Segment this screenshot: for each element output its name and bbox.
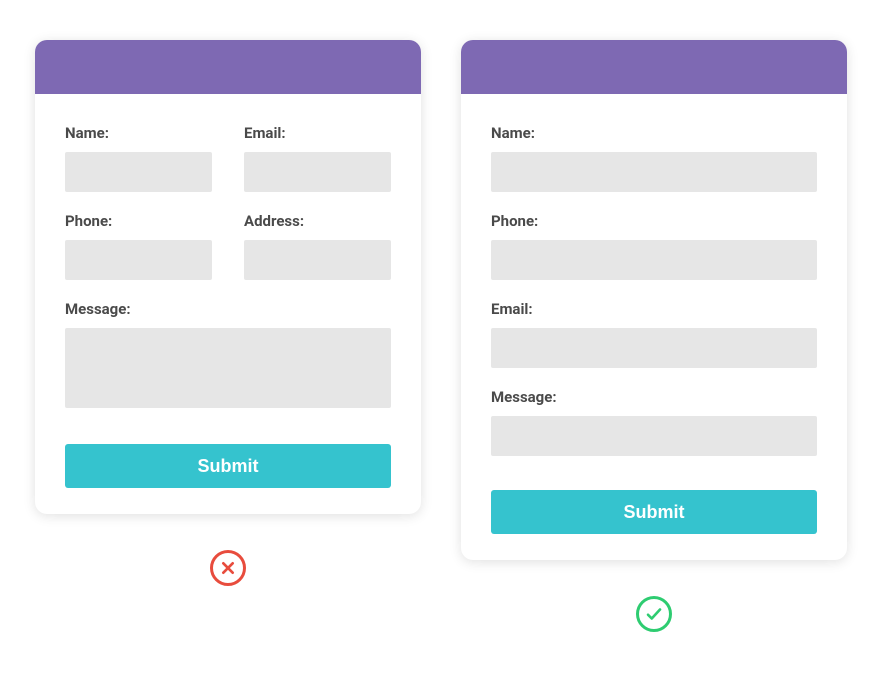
message-label: Message: — [491, 388, 817, 406]
good-card-header — [461, 40, 847, 94]
bad-row-2: Phone: Address: — [65, 212, 391, 280]
name-input[interactable] — [491, 152, 817, 192]
good-example-column: Name: Phone: Email: Message: Submit — [461, 40, 847, 632]
bad-card-header — [35, 40, 421, 94]
name-label: Name: — [65, 124, 212, 142]
good-message-field: Message: — [491, 388, 817, 456]
bad-message-field: Message: — [65, 300, 391, 412]
bad-email-field: Email: — [244, 124, 391, 192]
good-card-body: Name: Phone: Email: Message: Submit — [461, 94, 847, 560]
message-label: Message: — [65, 300, 391, 318]
good-status-icon — [636, 596, 672, 632]
bad-name-field: Name: — [65, 124, 212, 192]
submit-button[interactable]: Submit — [65, 444, 391, 488]
message-input[interactable] — [65, 328, 391, 408]
address-label: Address: — [244, 212, 391, 230]
phone-input[interactable] — [491, 240, 817, 280]
address-input[interactable] — [244, 240, 391, 280]
good-name-field: Name: — [491, 124, 817, 192]
good-form-card: Name: Phone: Email: Message: Submit — [461, 40, 847, 560]
email-label: Email: — [491, 300, 817, 318]
email-input[interactable] — [244, 152, 391, 192]
submit-button[interactable]: Submit — [491, 490, 817, 534]
bad-phone-field: Phone: — [65, 212, 212, 280]
phone-label: Phone: — [65, 212, 212, 230]
comparison-container: Name: Email: Phone: Address: — [36, 40, 846, 632]
email-input[interactable] — [491, 328, 817, 368]
good-phone-field: Phone: — [491, 212, 817, 280]
check-icon — [636, 596, 672, 632]
name-label: Name: — [491, 124, 817, 142]
bad-example-column: Name: Email: Phone: Address: — [35, 40, 421, 632]
good-email-field: Email: — [491, 300, 817, 368]
bad-address-field: Address: — [244, 212, 391, 280]
phone-label: Phone: — [491, 212, 817, 230]
email-label: Email: — [244, 124, 391, 142]
bad-form-card: Name: Email: Phone: Address: — [35, 40, 421, 514]
bad-row-1: Name: Email: — [65, 124, 391, 192]
message-input[interactable] — [491, 416, 817, 456]
phone-input[interactable] — [65, 240, 212, 280]
bad-status-icon — [210, 550, 246, 586]
name-input[interactable] — [65, 152, 212, 192]
cross-icon — [210, 550, 246, 586]
bad-card-body: Name: Email: Phone: Address: — [35, 94, 421, 514]
